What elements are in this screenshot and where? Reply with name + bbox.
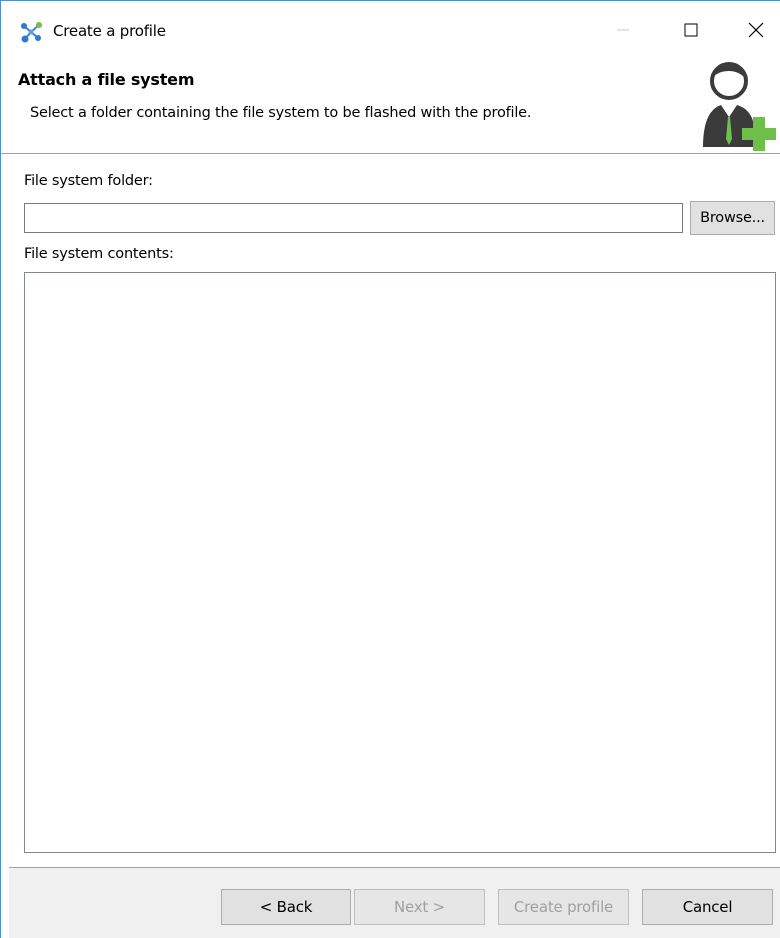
maximize-icon bbox=[684, 23, 698, 41]
create-profile-dialog: Create a profile Attach a file system Se… bbox=[0, 0, 780, 938]
next-button[interactable]: Next > bbox=[354, 889, 485, 925]
minimize-button[interactable] bbox=[593, 11, 653, 53]
maximize-button[interactable] bbox=[661, 11, 721, 53]
window-title: Create a profile bbox=[53, 22, 166, 40]
page-description: Select a folder containing the file syst… bbox=[30, 105, 532, 121]
title-bar[interactable]: Create a profile bbox=[1, 1, 780, 59]
header-divider bbox=[1, 153, 780, 154]
close-icon bbox=[748, 22, 764, 42]
page-title: Attach a file system bbox=[18, 70, 195, 89]
file-system-contents-list[interactable] bbox=[24, 272, 776, 853]
add-user-profile-icon bbox=[691, 59, 780, 151]
cancel-button[interactable]: Cancel bbox=[642, 889, 773, 925]
folder-label: File system folder: bbox=[24, 173, 153, 189]
browse-button[interactable]: Browse... bbox=[690, 201, 775, 235]
network-nodes-icon bbox=[19, 21, 43, 43]
create-profile-button[interactable]: Create profile bbox=[498, 889, 629, 925]
close-button[interactable] bbox=[726, 11, 780, 53]
wizard-header: Attach a file system Select a folder con… bbox=[1, 59, 780, 154]
back-button[interactable]: < Back bbox=[221, 889, 351, 925]
folder-path-input[interactable] bbox=[24, 203, 683, 233]
contents-label: File system contents: bbox=[24, 246, 174, 262]
minimize-icon bbox=[616, 23, 630, 41]
